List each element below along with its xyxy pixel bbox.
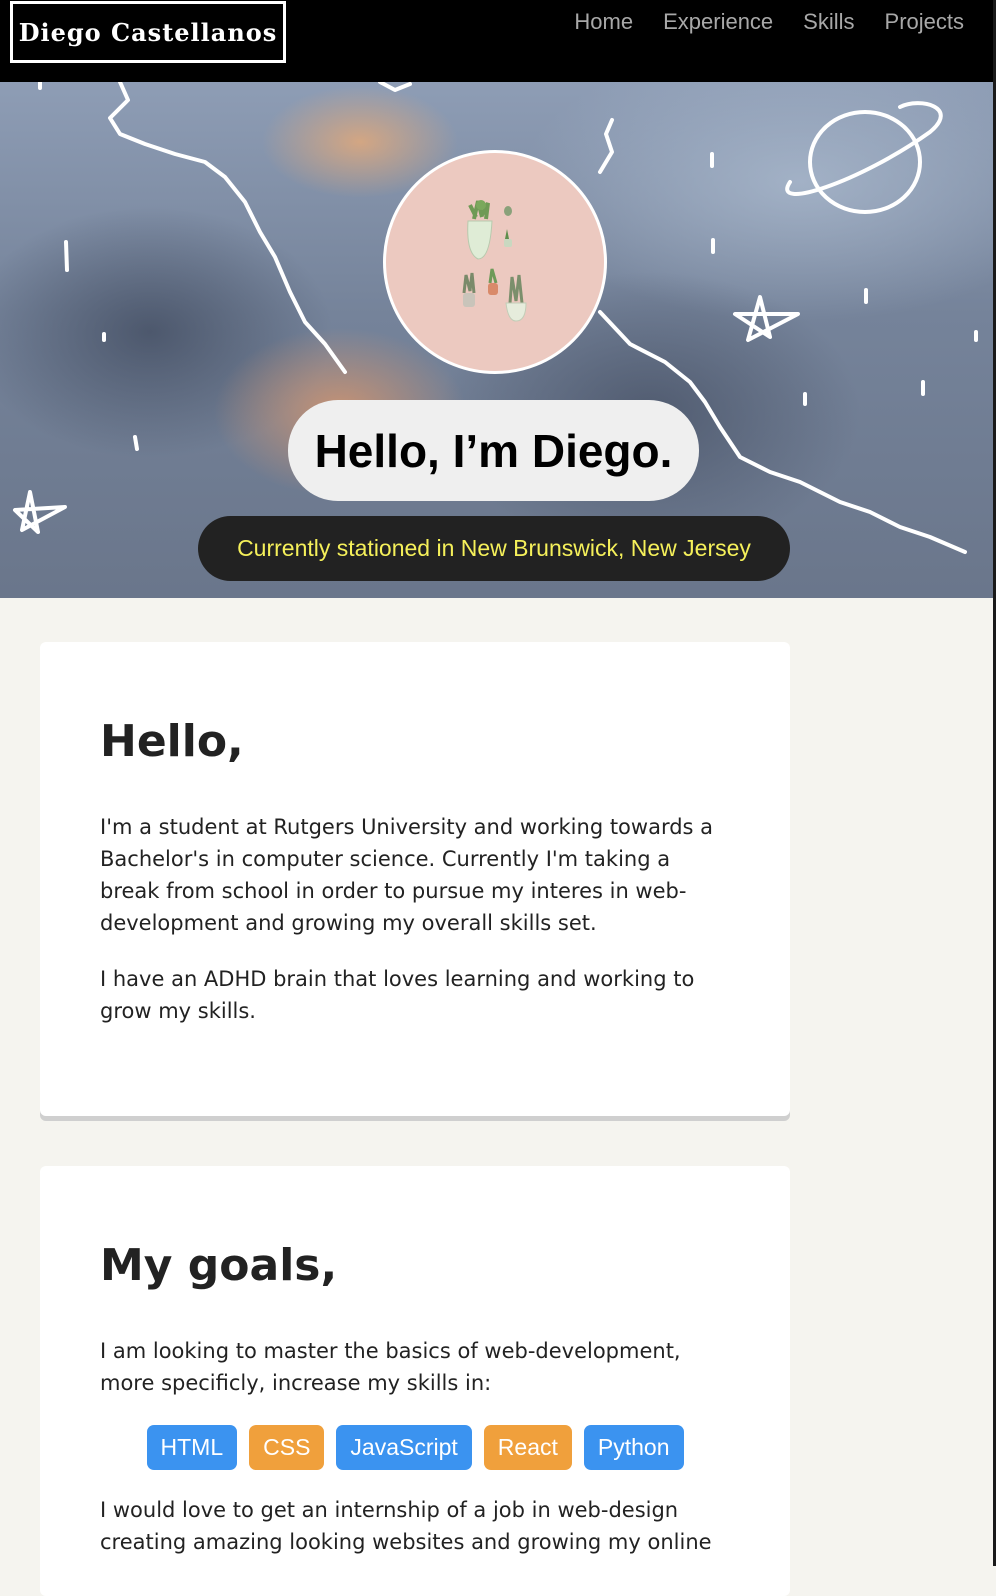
skill-tag-javascript[interactable]: JavaScript <box>336 1425 472 1470</box>
goals-closing: I would love to get an internship of a j… <box>100 1498 712 1554</box>
about-paragraph-1: I'm a student at Rutgers University and … <box>100 815 714 935</box>
nav-link-skills[interactable]: Skills <box>803 8 854 36</box>
skill-tag-html[interactable]: HTML <box>146 1425 238 1470</box>
top-navbar: Diego Castellanos Home Experience Skills… <box>0 0 996 82</box>
nav-links: Home Experience Skills Projects <box>574 8 964 36</box>
profile-avatar <box>383 150 607 374</box>
about-paragraph-2: I have an ADHD brain that loves learning… <box>100 967 695 1023</box>
nav-link-home[interactable]: Home <box>574 8 633 36</box>
skill-tag-css[interactable]: CSS <box>249 1425 325 1470</box>
succulents-icon <box>462 200 527 322</box>
hero-banner: Hello, I’m Diego. Currently stationed in… <box>0 82 993 598</box>
brand-logo[interactable]: Diego Castellanos <box>10 1 286 63</box>
goals-card: My goals, I am looking to master the bas… <box>40 1166 790 1596</box>
skill-tags: HTML CSS JavaScript React Python <box>100 1425 730 1470</box>
hero-location-badge: Currently stationed in New Brunswick, Ne… <box>198 516 790 581</box>
nav-link-projects[interactable]: Projects <box>885 8 964 36</box>
skill-tag-react[interactable]: React <box>483 1425 572 1470</box>
goals-intro: I am looking to master the basics of web… <box>100 1339 681 1395</box>
about-card: Hello, I'm a student at Rutgers Universi… <box>40 642 790 1116</box>
goals-heading: My goals, <box>100 1240 338 1291</box>
nav-link-experience[interactable]: Experience <box>663 8 773 36</box>
hero-title: Hello, I’m Diego. <box>288 400 699 501</box>
about-heading: Hello, <box>100 716 244 767</box>
skill-tag-python[interactable]: Python <box>583 1425 684 1470</box>
